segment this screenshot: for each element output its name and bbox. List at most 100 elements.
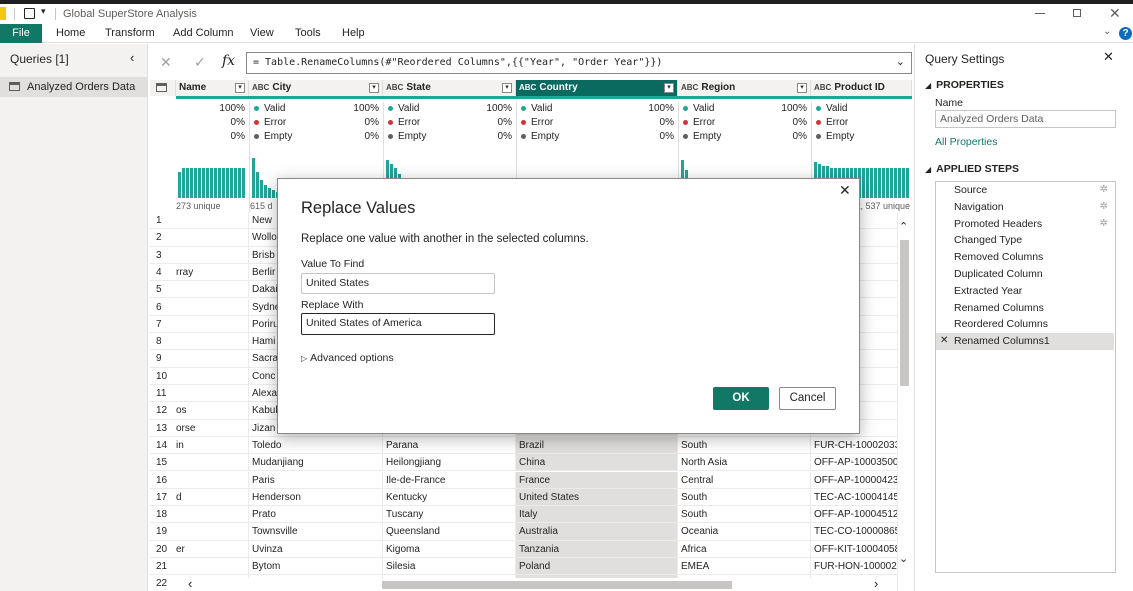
table-cell[interactable] — [176, 558, 249, 576]
collapse-ribbon-icon[interactable]: ⌄ — [1103, 26, 1111, 37]
table-cell[interactable] — [176, 471, 249, 489]
text-type-icon[interactable]: ABC — [814, 83, 831, 92]
table-cell[interactable]: Brazil — [516, 436, 678, 455]
table-cell[interactable]: South — [678, 506, 811, 524]
help-icon[interactable]: ? — [1119, 27, 1132, 40]
scrollbar-thumb[interactable] — [900, 240, 909, 386]
column-header-product-id[interactable]: ABC Product ID — [811, 80, 912, 96]
table-cell[interactable]: Italy — [516, 506, 678, 524]
table-cell[interactable]: er — [176, 540, 249, 558]
applied-step-item[interactable]: Duplicated Column — [936, 266, 1114, 283]
table-cell[interactable]: Henderson — [249, 488, 383, 507]
tab-transform[interactable]: Transform — [105, 24, 155, 43]
ok-button[interactable]: OK — [713, 387, 769, 410]
step-settings-gear-icon[interactable]: ✲ — [1100, 199, 1108, 216]
row-number[interactable]: 8 — [150, 333, 176, 351]
row-number[interactable]: 13 — [150, 419, 176, 437]
table-cell[interactable]: China — [516, 454, 678, 472]
applied-step-item[interactable]: Reordered Columns — [936, 316, 1114, 333]
column-header-city[interactable]: ABC City ▾ — [249, 80, 383, 96]
table-cell[interactable]: Tanzania — [516, 540, 678, 558]
quick-access-dropdown-icon[interactable]: ▾ — [41, 6, 46, 17]
applied-step-item[interactable]: Promoted Headers ✲ — [936, 216, 1114, 233]
table-cell[interactable]: Kentucky — [383, 488, 516, 507]
table-cell[interactable]: Queensland — [383, 523, 516, 541]
applied-step-item[interactable]: Navigation ✲ — [936, 199, 1114, 216]
table-cell[interactable] — [176, 229, 249, 247]
row-number[interactable]: 12 — [150, 402, 176, 420]
cancel-button[interactable]: Cancel — [779, 387, 836, 410]
table-cell[interactable] — [176, 333, 249, 351]
column-filter-icon[interactable]: ▾ — [664, 83, 674, 93]
table-cell[interactable] — [176, 212, 249, 230]
text-type-icon[interactable]: ABC — [252, 83, 269, 92]
column-header-region[interactable]: ABC Region ▾ — [678, 80, 811, 96]
column-header-state[interactable]: ABC State ▾ — [383, 80, 516, 96]
column-header-name[interactable]: Name ▾ — [176, 80, 249, 96]
tab-tools[interactable]: Tools — [295, 24, 321, 43]
table-cell[interactable]: OFF-AP-10000423 — [811, 471, 898, 489]
function-icon[interactable]: fx — [222, 53, 235, 69]
table-cell[interactable]: Uvinza — [249, 540, 383, 558]
table-cell[interactable]: North Asia — [678, 454, 811, 472]
table-cell[interactable]: Prato — [249, 506, 383, 524]
table-cell[interactable]: Australia — [516, 523, 678, 541]
table-cell[interactable]: rray — [176, 263, 249, 282]
row-number[interactable]: 4 — [150, 263, 176, 282]
advanced-options-toggle[interactable]: ▷ Advanced options — [301, 352, 394, 364]
row-number[interactable]: 3 — [150, 246, 176, 264]
expand-formula-icon[interactable]: ⌄ — [896, 55, 905, 68]
table-cell[interactable]: Silesia — [383, 558, 516, 576]
tab-view[interactable]: View — [250, 24, 274, 43]
close-settings-icon[interactable]: ✕ — [1103, 49, 1114, 65]
step-settings-gear-icon[interactable]: ✲ — [1100, 216, 1108, 233]
table-cell[interactable] — [176, 454, 249, 472]
row-number[interactable]: 9 — [150, 350, 176, 368]
table-cell[interactable]: orse — [176, 419, 249, 437]
table-cell[interactable]: OFF-AP-10004512 — [811, 506, 898, 524]
close-dialog-icon[interactable]: ✕ — [839, 182, 851, 199]
table-cell[interactable]: Bytom — [249, 558, 383, 576]
replace-with-input[interactable]: United States of America — [301, 313, 495, 335]
vertical-scrollbar[interactable]: ⌃ ⌄ — [898, 221, 910, 570]
table-cell[interactable]: South — [678, 436, 811, 455]
table-cell[interactable]: Central — [678, 471, 811, 489]
table-cell[interactable]: France — [516, 471, 678, 489]
applied-step-item[interactable]: ✕ Renamed Columns1 — [936, 333, 1114, 350]
row-number[interactable]: 17 — [150, 488, 176, 507]
table-cell[interactable]: OFF-AP-10003500 — [811, 454, 898, 472]
column-filter-icon[interactable]: ▾ — [797, 83, 807, 93]
applied-step-item[interactable]: Source ✲ — [936, 182, 1114, 199]
collapse-queries-icon[interactable]: ‹ — [130, 50, 134, 65]
table-cell[interactable] — [176, 281, 249, 299]
row-number[interactable]: 2 — [150, 229, 176, 247]
text-type-icon[interactable]: ABC — [681, 83, 698, 92]
scroll-right-icon[interactable]: › — [874, 576, 878, 591]
row-number[interactable]: 19 — [150, 523, 176, 541]
column-filter-icon[interactable]: ▾ — [235, 83, 245, 93]
properties-header[interactable]: ◢ PROPERTIES — [925, 79, 1004, 91]
applied-step-item[interactable]: Renamed Columns — [936, 300, 1114, 317]
tab-file[interactable]: File — [0, 24, 42, 43]
row-number[interactable]: 10 — [150, 367, 176, 385]
close-window-icon[interactable]: ✕ — [1109, 5, 1121, 22]
applied-steps-header[interactable]: ◢ APPLIED STEPS — [925, 163, 1019, 175]
table-cell[interactable]: Paris — [249, 471, 383, 489]
row-number[interactable]: 18 — [150, 506, 176, 524]
scroll-left-icon[interactable]: ‹ — [188, 576, 192, 591]
row-number[interactable]: 7 — [150, 315, 176, 334]
table-cell[interactable]: South — [678, 488, 811, 507]
restore-icon[interactable] — [1073, 9, 1081, 17]
table-cell[interactable]: EMEA — [678, 558, 811, 576]
column-header-country[interactable]: ABC Country ▾ — [516, 80, 678, 96]
row-number[interactable]: 11 — [150, 385, 176, 403]
table-cell[interactable] — [176, 385, 249, 403]
row-number[interactable]: 6 — [150, 298, 176, 316]
table-cell[interactable]: Heilongjiang — [383, 454, 516, 472]
table-cell[interactable]: FUR-HON-10000224 — [811, 558, 898, 576]
save-icon[interactable] — [24, 8, 35, 19]
all-properties-link[interactable]: All Properties — [935, 136, 997, 148]
table-cell[interactable]: Oceania — [678, 523, 811, 541]
tab-home[interactable]: Home — [56, 24, 85, 43]
table-cell[interactable]: in — [176, 436, 249, 455]
